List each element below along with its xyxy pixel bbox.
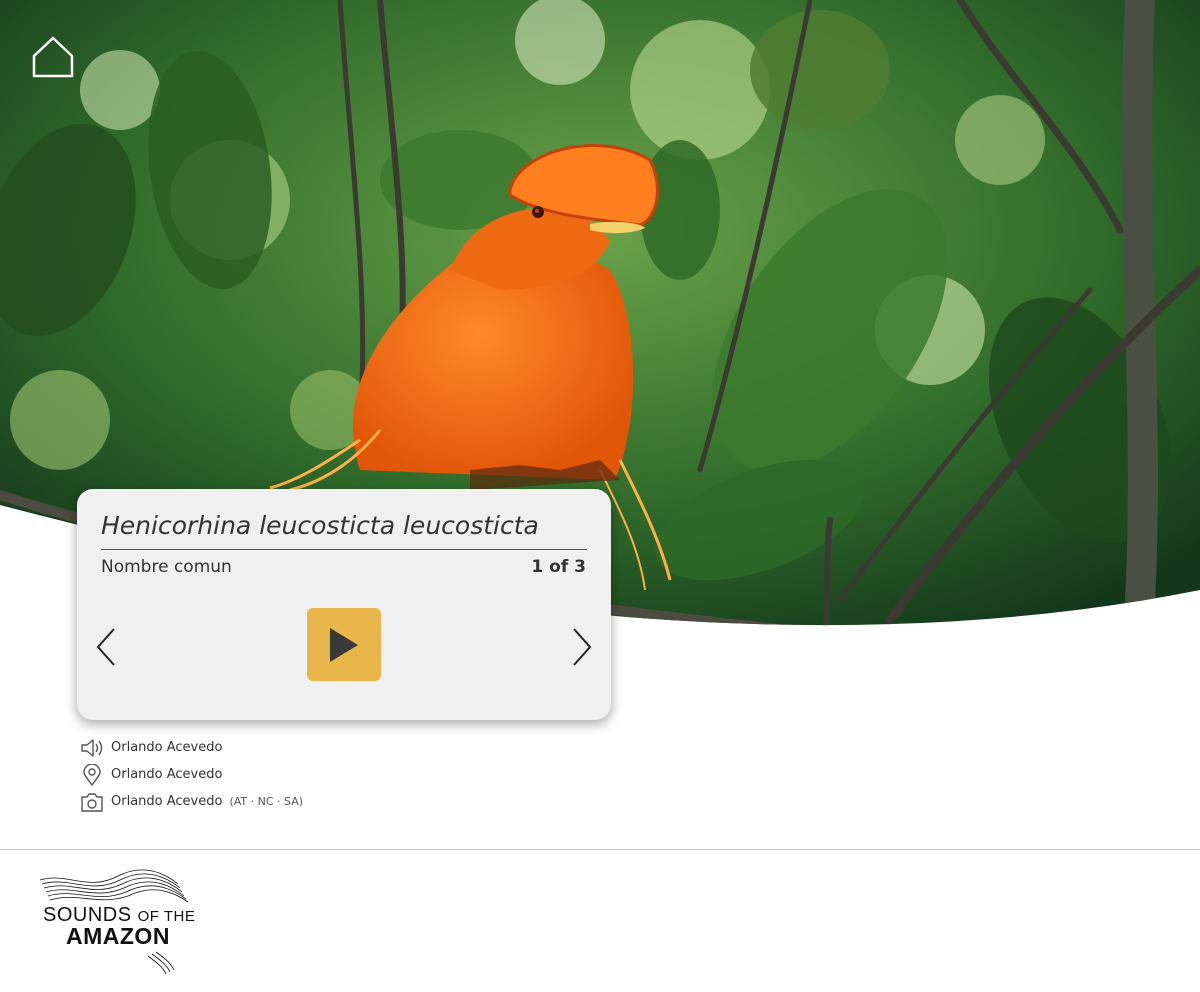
credits-list: Orlando Acevedo Orlando Acevedo Orlando …: [80, 734, 303, 815]
credit-location: Orlando Acevedo: [80, 761, 303, 788]
home-icon: [32, 36, 74, 78]
photographer: Orlando Acevedo: [111, 794, 223, 809]
play-icon: [330, 627, 358, 662]
scientific-name: Henicorhina leucosticta leucosticta: [101, 511, 539, 540]
recording-counter: 1 of 3: [531, 557, 586, 577]
speaker-icon: [80, 737, 104, 759]
chevron-left-icon: [96, 628, 115, 666]
location-credit: Orlando Acevedo: [111, 767, 223, 782]
photo-license: (AT · NC · SA): [229, 795, 304, 808]
home-button[interactable]: [30, 34, 76, 80]
footer-divider: [0, 849, 1200, 850]
sound-recordist: Orlando Acevedo: [111, 740, 223, 755]
logo-line-2: AMAZON: [66, 923, 170, 949]
species-card: Henicorhina leucosticta leucosticta Nomb…: [77, 489, 611, 720]
credit-sound: Orlando Acevedo: [80, 734, 303, 761]
credit-photo: Orlando Acevedo (AT · NC · SA): [80, 788, 303, 815]
location-pin-icon: [80, 763, 104, 786]
chevron-right-icon: [573, 628, 592, 666]
divider: [101, 549, 587, 550]
next-button[interactable]: [570, 627, 594, 667]
common-name: Nombre comun: [101, 557, 232, 577]
camera-icon: [80, 791, 104, 813]
play-button[interactable]: [307, 608, 381, 681]
previous-button[interactable]: [94, 627, 118, 667]
sounds-of-the-amazon-logo[interactable]: SOUNDS OF THE AMAZON: [38, 862, 218, 980]
